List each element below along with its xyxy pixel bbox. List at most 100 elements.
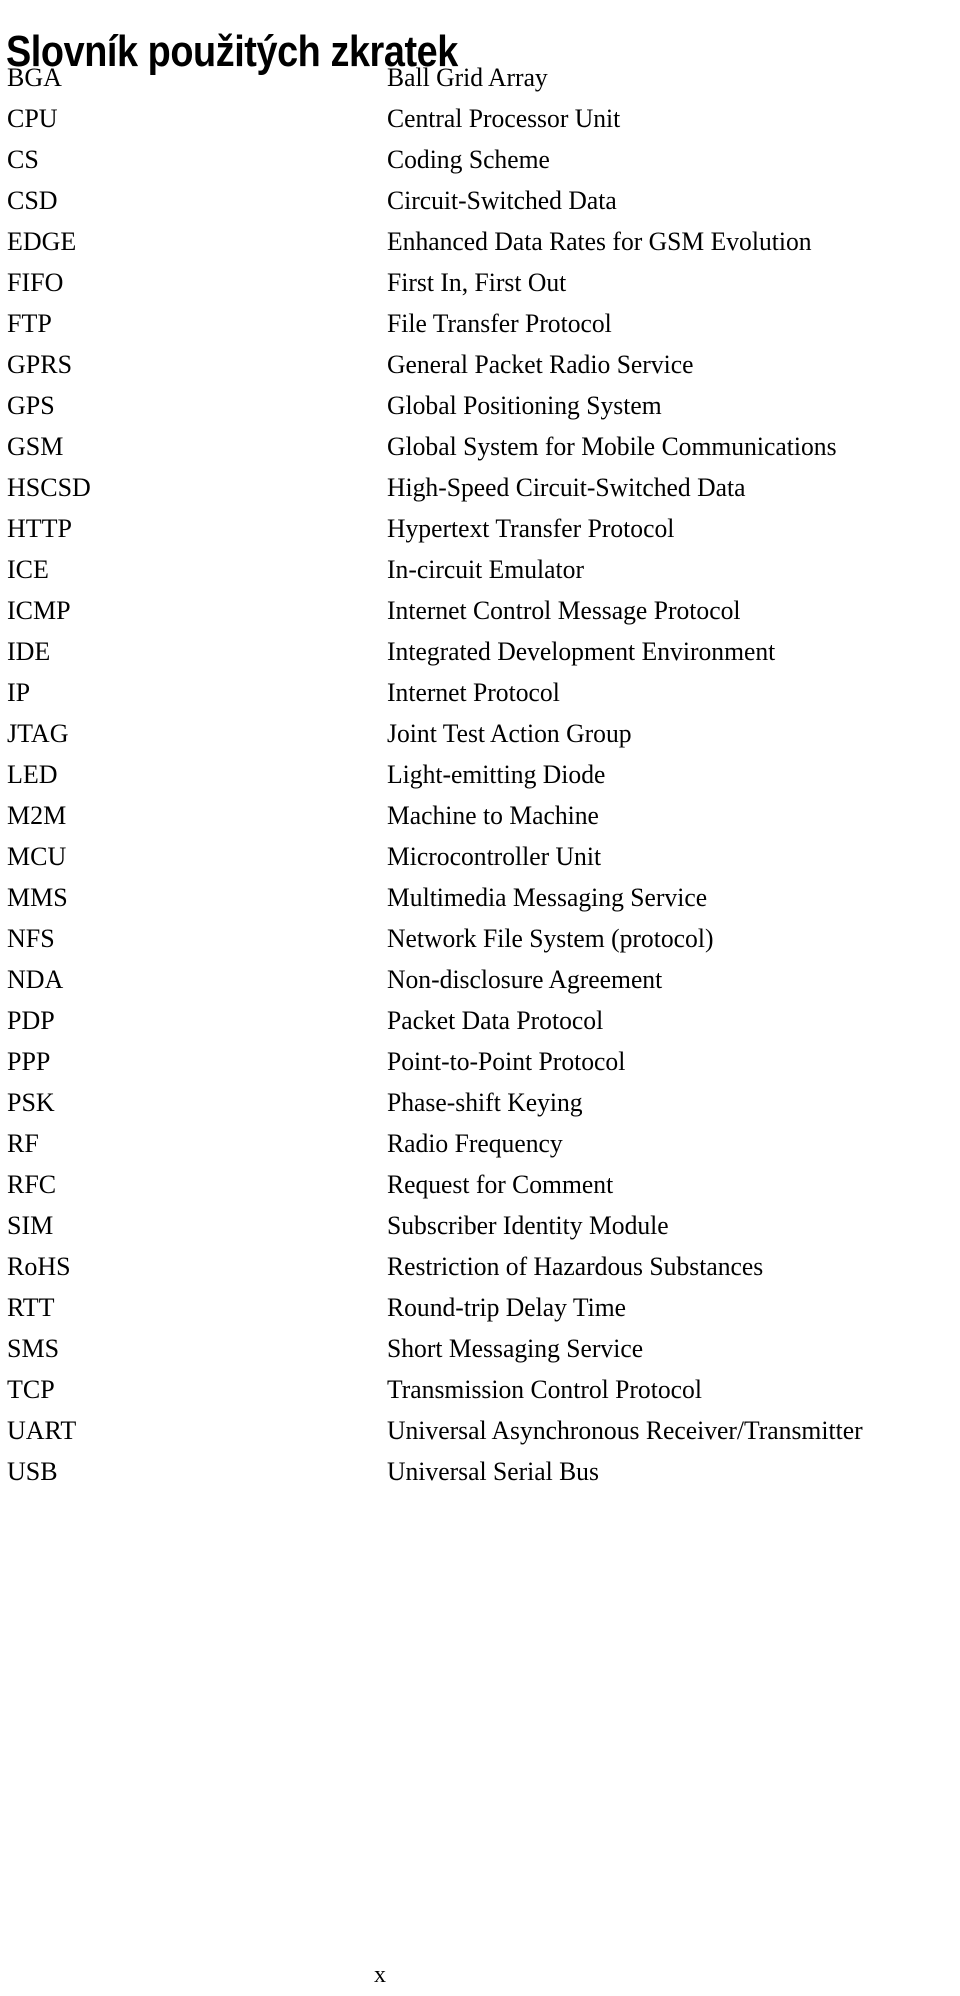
glossary-row: FTP File Transfer Protocol	[0, 303, 960, 344]
glossary-row: SMS Short Messaging Service	[0, 1328, 960, 1369]
glossary-term: PSK	[7, 1088, 55, 1117]
glossary-definition: File Transfer Protocol	[387, 309, 612, 338]
glossary-term: HTTP	[7, 514, 72, 543]
glossary-definition: Machine to Machine	[387, 801, 599, 830]
abbreviations-glossary-list: BGA Ball Grid Array CPU Central Processor U…	[0, 57, 960, 1492]
glossary-definition: Point-to-Point Protocol	[387, 1047, 626, 1076]
glossary-definition: Network File System (protocol)	[387, 924, 714, 953]
glossary-definition: Transmission Control Protocol	[387, 1375, 702, 1404]
glossary-row: CS Coding Scheme	[0, 139, 960, 180]
glossary-row: ICMP Internet Control Message Protocol	[0, 590, 960, 631]
glossary-row: RF Radio Frequency	[0, 1123, 960, 1164]
glossary-definition: Non-disclosure Agreement	[387, 965, 663, 994]
glossary-term: M2M	[7, 801, 67, 830]
glossary-definition: Coding Scheme	[387, 145, 550, 174]
glossary-term: SMS	[7, 1334, 60, 1363]
glossary-term: HSCSD	[7, 473, 91, 502]
glossary-term: CSD	[7, 186, 58, 215]
glossary-row: PPP Point-to-Point Protocol	[0, 1041, 960, 1082]
glossary-definition: High-Speed Circuit-Switched Data	[387, 473, 746, 502]
glossary-definition: Integrated Development Environment	[387, 637, 776, 666]
glossary-term: RTT	[7, 1293, 55, 1322]
glossary-term: USB	[7, 1457, 58, 1486]
glossary-row: UART Universal Asynchronous Receiver/Tran…	[0, 1410, 960, 1451]
glossary-row: PDP Packet Data Protocol	[0, 1000, 960, 1041]
glossary-row: CPU Central Processor Unit	[0, 98, 960, 139]
glossary-row: JTAG Joint Test Action Group	[0, 713, 960, 754]
glossary-row: GPRS General Packet Radio Service	[0, 344, 960, 385]
glossary-term: FIFO	[7, 268, 64, 297]
glossary-definition: Packet Data Protocol	[387, 1006, 604, 1035]
glossary-row: RTT Round-trip Delay Time	[0, 1287, 960, 1328]
glossary-definition: Circuit-Switched Data	[387, 186, 617, 215]
glossary-term: PPP	[7, 1047, 51, 1076]
glossary-definition: Universal Asynchronous Receiver/Transmit…	[387, 1416, 863, 1445]
glossary-definition: Enhanced Data Rates for GSM Evolution	[387, 227, 812, 256]
glossary-definition: Joint Test Action Group	[387, 719, 632, 748]
glossary-definition: Microcontroller Unit	[387, 842, 602, 871]
glossary-term: PDP	[7, 1006, 55, 1035]
glossary-definition: Subscriber Identity Module	[387, 1211, 669, 1240]
glossary-term: RFC	[7, 1170, 57, 1199]
glossary-term: RF	[7, 1129, 39, 1158]
glossary-term: NDA	[7, 965, 64, 994]
glossary-term: IDE	[7, 637, 51, 666]
glossary-term: FTP	[7, 309, 52, 338]
glossary-definition: Global System for Mobile Communications	[387, 432, 837, 461]
glossary-term: ICE	[7, 555, 49, 584]
page-number: x	[374, 1962, 386, 1988]
glossary-row: FIFO First In, First Out	[0, 262, 960, 303]
glossary-term: IP	[7, 678, 31, 707]
glossary-definition: General Packet Radio Service	[387, 350, 694, 379]
glossary-row: GSM Global System for Mobile Communicatio…	[0, 426, 960, 467]
glossary-definition: Radio Frequency	[387, 1129, 563, 1158]
glossary-definition: Hypertext Transfer Protocol	[387, 514, 675, 543]
glossary-term: GPRS	[7, 350, 73, 379]
glossary-row: M2M Machine to Machine	[0, 795, 960, 836]
glossary-row: SIM Subscriber Identity Module	[0, 1205, 960, 1246]
glossary-row: ICE In-circuit Emulator	[0, 549, 960, 590]
glossary-term: SIM	[7, 1211, 54, 1240]
glossary-definition: First In, First Out	[387, 268, 567, 297]
glossary-row: USB Universal Serial Bus	[0, 1451, 960, 1492]
glossary-row: CSD Circuit-Switched Data	[0, 180, 960, 221]
glossary-row: GPS Global Positioning System	[0, 385, 960, 426]
glossary-row: RFC Request for Comment	[0, 1164, 960, 1205]
glossary-term: MCU	[7, 842, 67, 871]
glossary-term: NFS	[7, 924, 55, 953]
glossary-definition: In-circuit Emulator	[387, 555, 584, 584]
glossary-row: PSK Phase-shift Keying	[0, 1082, 960, 1123]
glossary-row: IP Internet Protocol	[0, 672, 960, 713]
glossary-definition: Global Positioning System	[387, 391, 662, 420]
glossary-term: UART	[7, 1416, 77, 1445]
glossary-term: GSM	[7, 432, 64, 461]
glossary-term: CS	[7, 145, 39, 174]
glossary-row: HTTP Hypertext Transfer Protocol	[0, 508, 960, 549]
glossary-term: MMS	[7, 883, 68, 912]
glossary-row: NDA Non-disclosure Agreement	[0, 959, 960, 1000]
glossary-definition: Light-emitting Diode	[387, 760, 606, 789]
glossary-term: GPS	[7, 391, 55, 420]
glossary-definition: Request for Comment	[387, 1170, 614, 1199]
glossary-term: LED	[7, 760, 58, 789]
glossary-definition: Phase-shift Keying	[387, 1088, 583, 1117]
glossary-term: JTAG	[7, 719, 69, 748]
glossary-definition: Ball Grid Array	[387, 63, 548, 92]
glossary-row: LED Light-emitting Diode	[0, 754, 960, 795]
glossary-definition: Universal Serial Bus	[387, 1457, 599, 1486]
glossary-term: BGA	[7, 63, 62, 92]
glossary-term: EDGE	[7, 227, 77, 256]
glossary-definition: Central Processor Unit	[387, 104, 621, 133]
glossary-term: RoHS	[7, 1252, 71, 1281]
glossary-definition: Multimedia Messaging Service	[387, 883, 708, 912]
glossary-row: RoHS Restriction of Hazardous Substances	[0, 1246, 960, 1287]
glossary-row: EDGE Enhanced Data Rates for GSM Evolutio…	[0, 221, 960, 262]
glossary-definition: Internet Protocol	[387, 678, 560, 707]
glossary-definition: Round-trip Delay Time	[387, 1293, 627, 1322]
glossary-term: TCP	[7, 1375, 55, 1404]
glossary-row: HSCSD High-Speed Circuit-Switched Data	[0, 467, 960, 508]
glossary-row: MMS Multimedia Messaging Service	[0, 877, 960, 918]
glossary-definition: Short Messaging Service	[387, 1334, 644, 1363]
glossary-term: ICMP	[7, 596, 71, 625]
glossary-row: MCU Microcontroller Unit	[0, 836, 960, 877]
